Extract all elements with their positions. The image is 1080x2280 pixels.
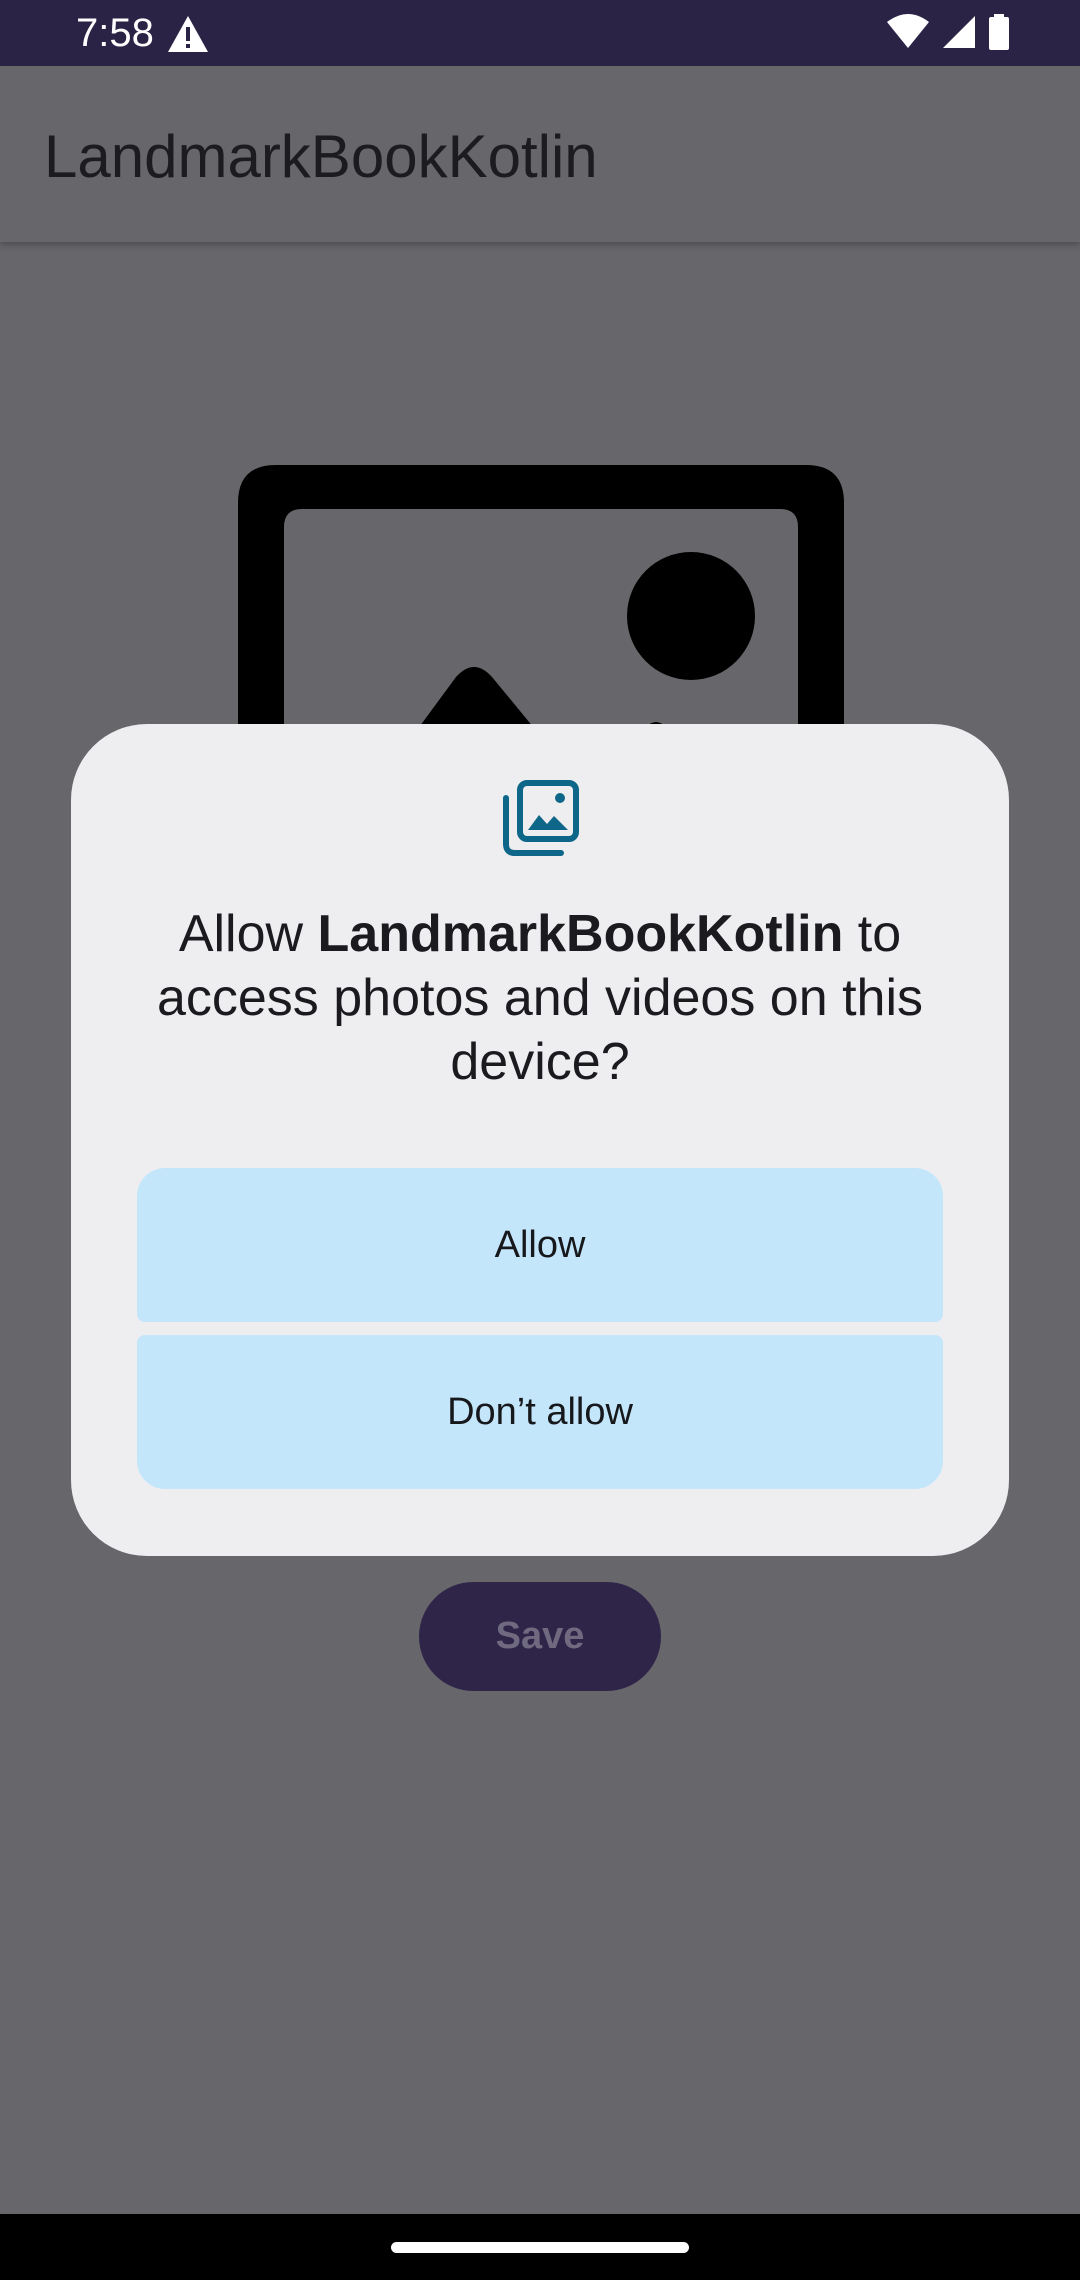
message-prefix: Allow bbox=[178, 905, 318, 963]
save-button[interactable]: Save bbox=[419, 1582, 661, 1691]
wifi-icon bbox=[887, 14, 929, 48]
navigation-bar bbox=[0, 2214, 1080, 2280]
app-bar: LandmarkBookKotlin bbox=[0, 66, 1080, 242]
dont-allow-button[interactable]: Don’t allow bbox=[137, 1335, 943, 1489]
photo-library-icon bbox=[503, 780, 579, 856]
status-icons bbox=[886, 14, 1010, 50]
image-icon[interactable] bbox=[238, 465, 844, 745]
home-gesture-handle[interactable] bbox=[391, 2242, 689, 2253]
message-app-name: LandmarkBookKotlin bbox=[317, 905, 844, 963]
permission-message: Allow LandmarkBookKotlin to access photo… bbox=[131, 902, 949, 1094]
battery-icon bbox=[989, 14, 1009, 50]
allow-button[interactable]: Allow bbox=[137, 1168, 943, 1322]
permission-dialog: Allow LandmarkBookKotlin to access photo… bbox=[71, 724, 1009, 1556]
status-bar: 7:58 bbox=[0, 0, 1080, 66]
status-time: 7:58 bbox=[76, 11, 154, 55]
cell-signal-icon bbox=[943, 16, 975, 48]
warning-icon bbox=[168, 16, 208, 52]
app-title: LandmarkBookKotlin bbox=[44, 123, 598, 190]
